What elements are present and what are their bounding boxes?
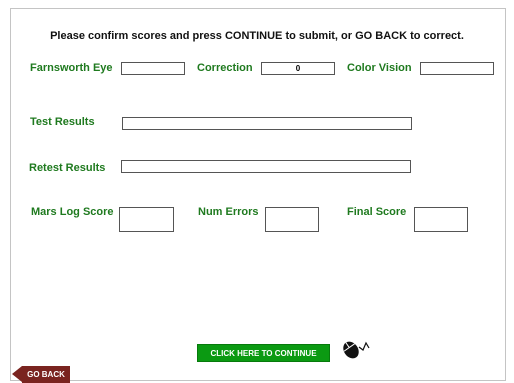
correction-field[interactable]: 0 — [261, 62, 335, 75]
go-back-button[interactable]: GO BACK — [12, 366, 70, 383]
num-errors-field[interactable] — [265, 207, 319, 232]
instructions-text: Please confirm scores and press CONTINUE… — [50, 30, 464, 42]
final-score-label: Final Score — [347, 206, 407, 218]
final-score-field[interactable] — [414, 207, 468, 232]
farnsworth-eye-label: Farnsworth Eye — [30, 62, 113, 74]
correction-label: Correction — [197, 62, 253, 74]
mars-log-score-label: Mars Log Score — [31, 206, 114, 218]
retest-results-label: Retest Results — [29, 162, 106, 174]
color-vision-label: Color Vision — [347, 62, 412, 74]
num-errors-label: Num Errors — [198, 206, 259, 218]
retest-results-field[interactable] — [121, 160, 411, 173]
mouse-click-icon — [339, 337, 375, 361]
go-back-label: GO BACK — [22, 366, 70, 383]
mars-log-score-field[interactable] — [119, 207, 174, 232]
test-results-field[interactable] — [122, 117, 412, 130]
farnsworth-eye-field[interactable] — [121, 62, 185, 75]
continue-button[interactable]: CLICK HERE TO CONTINUE — [197, 344, 330, 362]
back-arrow-icon — [12, 366, 22, 382]
color-vision-field[interactable] — [420, 62, 494, 75]
test-results-label: Test Results — [30, 116, 95, 128]
